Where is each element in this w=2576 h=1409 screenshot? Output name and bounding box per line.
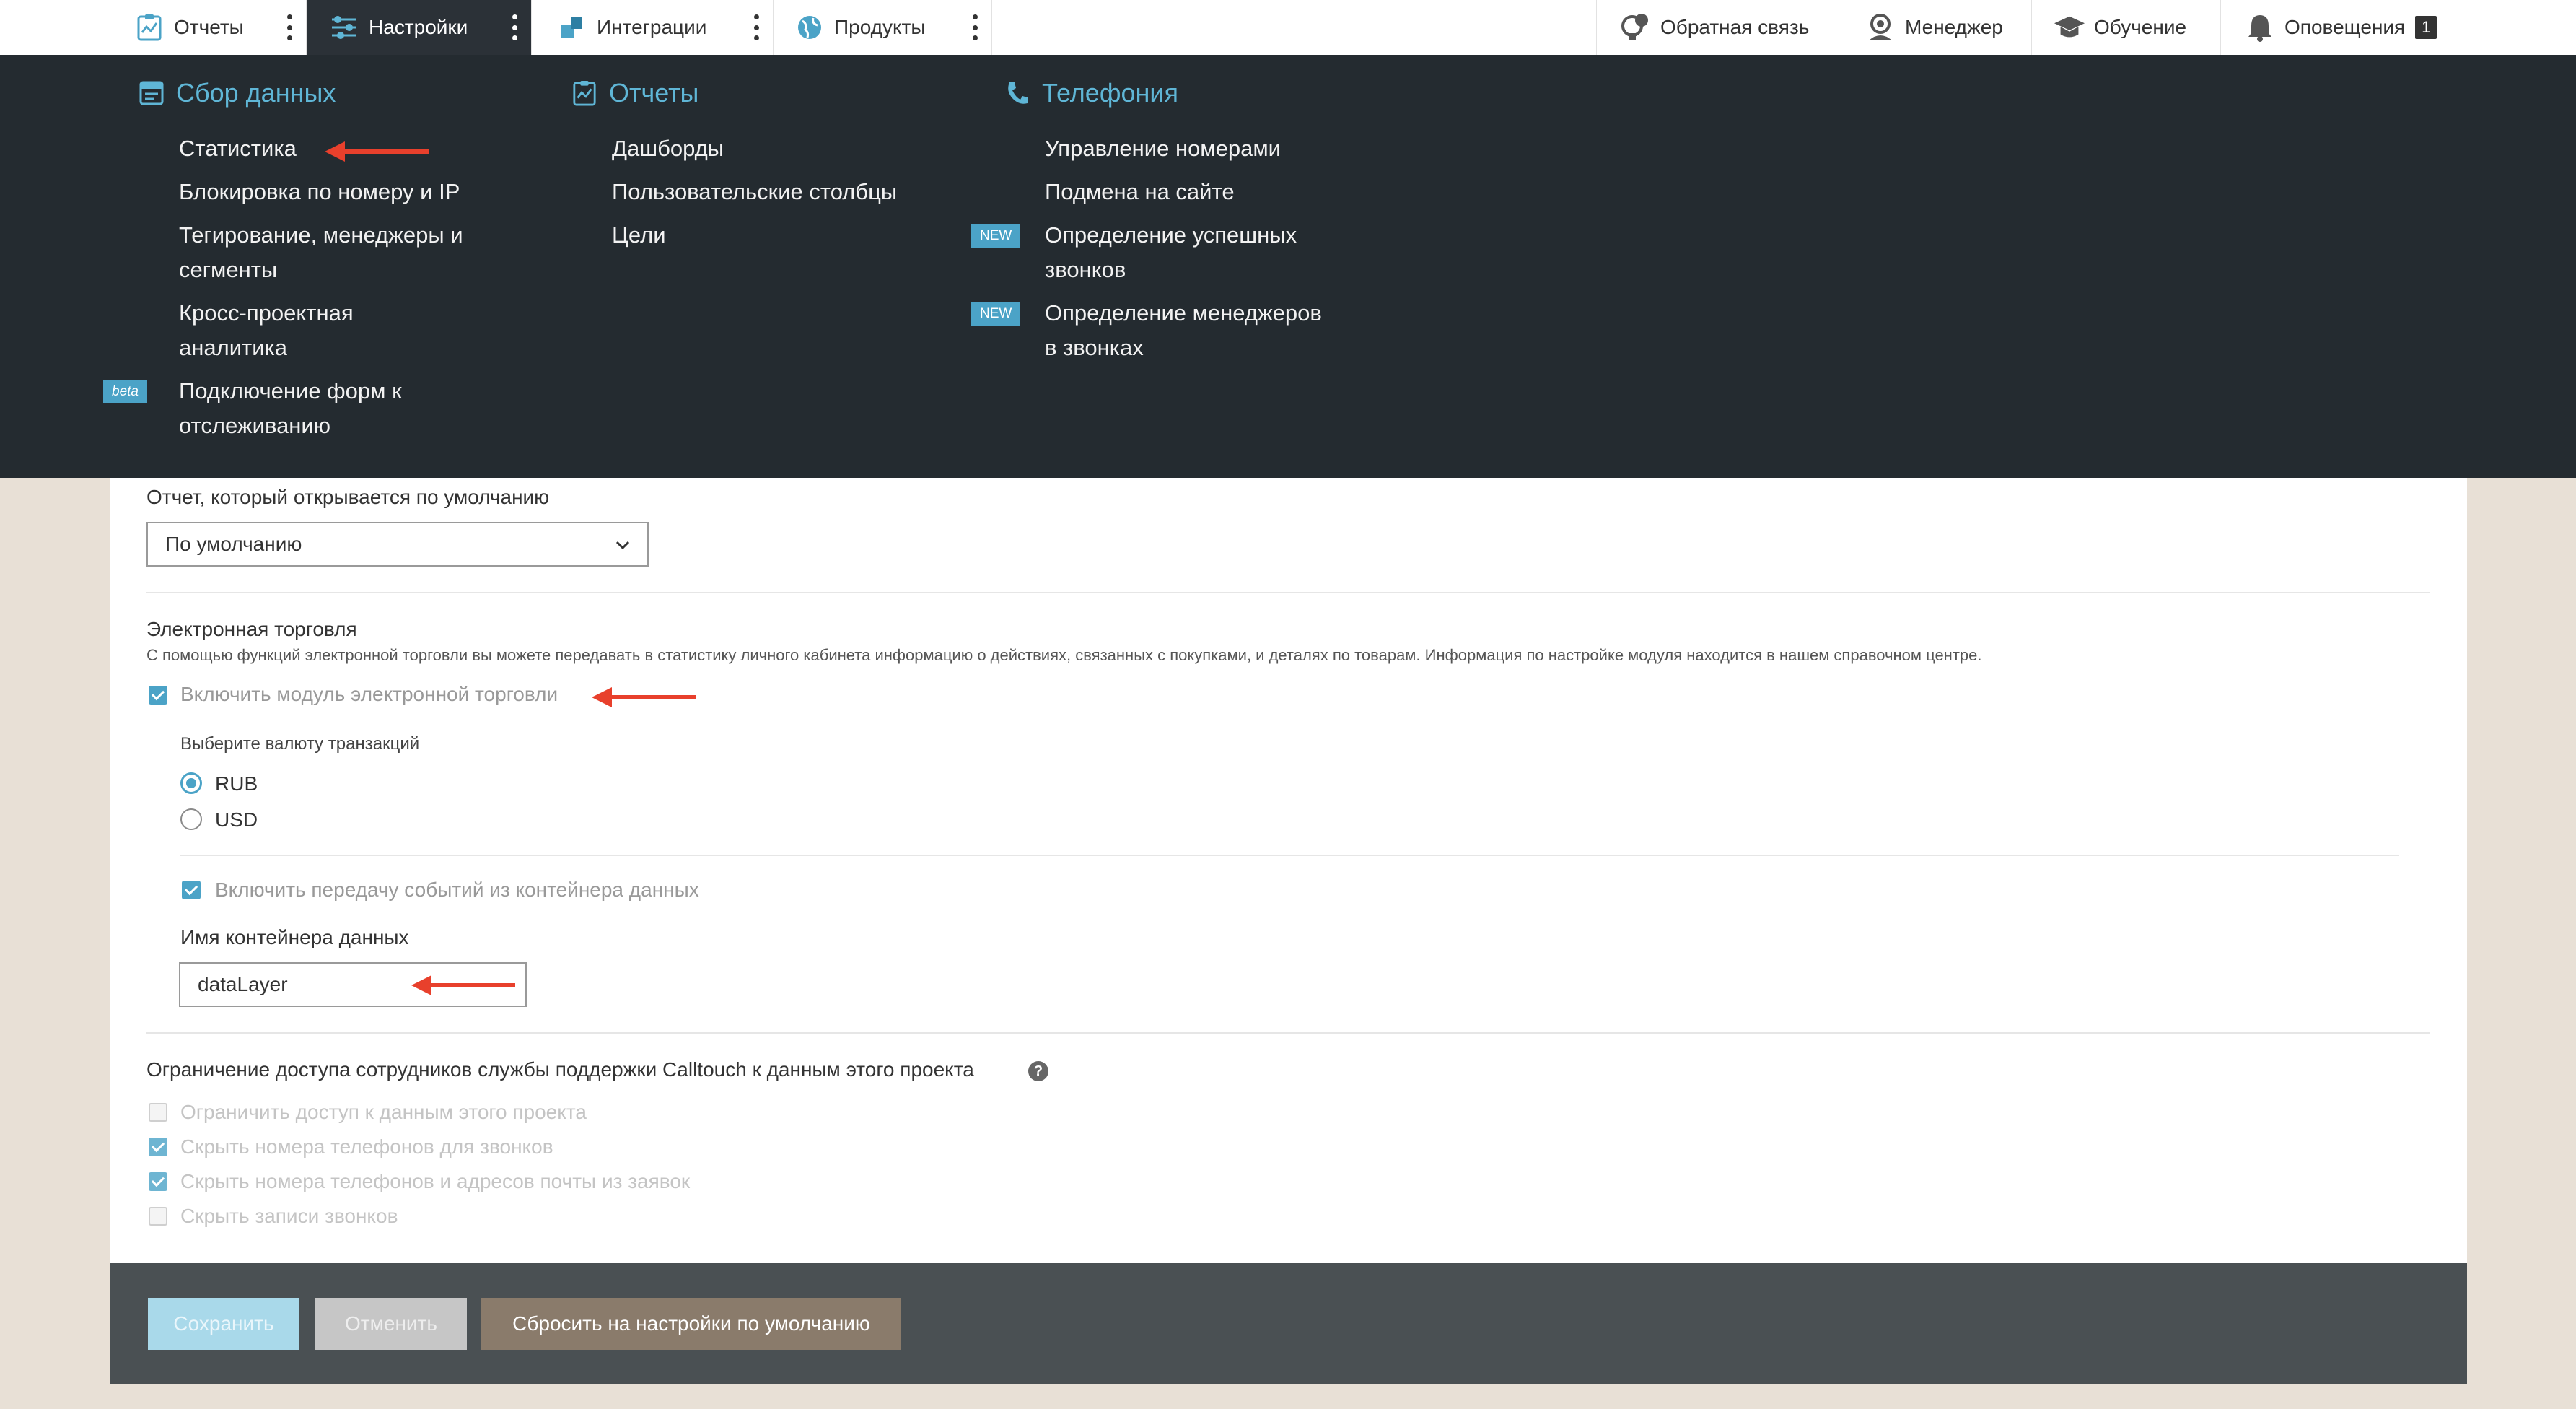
- section-divider: [146, 592, 2430, 593]
- menu-section-data-collection-title: Сбор данных: [176, 78, 336, 108]
- menu-item-cross-project-line2[interactable]: аналитика: [179, 331, 287, 365]
- access-option-label: Ограничить доступ к данным этого проекта: [180, 1101, 587, 1123]
- menu-item-blocking[interactable]: Блокировка по номеру и IP: [179, 175, 460, 209]
- tab-reports-more-icon[interactable]: [287, 14, 293, 40]
- menu-section-telephony-title: Телефония: [1042, 78, 1178, 108]
- ecommerce-title: Электронная торговля: [146, 618, 357, 640]
- tab-settings[interactable]: Настройки: [307, 0, 532, 55]
- menu-item-call-managers[interactable]: Определение менеджеров: [1045, 296, 1322, 331]
- currency-usd-radio[interactable]: [180, 808, 202, 830]
- puzzle-icon: [558, 13, 587, 42]
- data-collection-icon: [137, 79, 166, 108]
- menu-item-dashboards[interactable]: Дашборды: [612, 131, 724, 166]
- tab-reports[interactable]: Отчеты: [112, 0, 307, 55]
- menu-item-cross-project[interactable]: Кросс-проектная: [179, 296, 354, 331]
- chevron-down-icon: [615, 541, 630, 550]
- phone-icon: [1003, 79, 1032, 108]
- report-chart-icon: [135, 13, 164, 42]
- menu-section-telephony: Телефония: [1003, 78, 1178, 108]
- container-events-checkbox[interactable]: [182, 881, 201, 899]
- container-name-label: Имя контейнера данных: [180, 926, 409, 948]
- education-label: Обучение: [2094, 16, 2187, 38]
- menu-item-custom-columns[interactable]: Пользовательские столбцы: [612, 175, 897, 209]
- access-option-label: Скрыть номера телефонов для звонков: [180, 1135, 553, 1158]
- beta-badge: beta: [103, 380, 147, 403]
- section-divider: [180, 855, 2399, 856]
- access-option-checkbox[interactable]: [149, 1172, 167, 1191]
- access-option-label: Скрыть записи звонков: [180, 1205, 398, 1227]
- sliders-icon: [330, 13, 359, 42]
- feedback-icon: [1620, 12, 1652, 43]
- currency-usd-label: USD: [215, 808, 258, 831]
- access-option-checkbox[interactable]: [149, 1103, 167, 1122]
- new-badge: NEW: [971, 224, 1021, 248]
- menu-item-goals[interactable]: Цели: [612, 218, 666, 253]
- feedback-button[interactable]: Обратная связь: [1596, 0, 1815, 55]
- feedback-label: Обратная связь: [1660, 16, 1810, 38]
- save-button[interactable]: Сохранить: [148, 1298, 299, 1350]
- manager-label: Менеджер: [1905, 16, 2003, 38]
- help-icon[interactable]: ?: [1028, 1061, 1048, 1081]
- globe-icon: [795, 13, 824, 42]
- access-option-checkbox[interactable]: [149, 1138, 167, 1156]
- default-report-label: Отчет, который открывается по умолчанию: [146, 486, 550, 508]
- tab-reports-label: Отчеты: [174, 16, 244, 38]
- top-navigation: Отчеты Настройки Интеграции Продукты Обр…: [0, 0, 2576, 56]
- cancel-button[interactable]: Отменить: [315, 1298, 467, 1350]
- reset-defaults-button[interactable]: Сбросить на настройки по умолчанию: [481, 1298, 901, 1350]
- tab-integrations-more-icon[interactable]: [754, 14, 760, 40]
- menu-section-data-collection: Сбор данных: [137, 78, 336, 108]
- menu-item-tagging-line2[interactable]: сегменты: [179, 253, 277, 287]
- container-events-label: Включить передачу событий из контейнера …: [215, 878, 699, 901]
- graduation-cap-icon: [2054, 12, 2085, 43]
- menu-section-reports-title: Отчеты: [609, 78, 699, 108]
- menu-item-successful-calls[interactable]: Определение успешных: [1045, 218, 1297, 253]
- menu-section-reports: Отчеты: [570, 78, 698, 108]
- annotation-arrow-icon: [592, 687, 696, 707]
- annotation-arrow-icon: [411, 975, 515, 995]
- settings-mega-menu: [0, 55, 2576, 478]
- notifications-button[interactable]: Оповещения 1: [2220, 0, 2468, 55]
- menu-item-form-tracking[interactable]: Подключение форм к: [179, 374, 402, 409]
- menu-item-form-tracking-line2[interactable]: отслеживанию: [179, 409, 330, 443]
- notifications-label: Оповещения: [2284, 16, 2406, 38]
- ecommerce-enable-label: Включить модуль электронной торговли: [180, 683, 558, 705]
- default-report-value: По умолчанию: [165, 533, 302, 555]
- menu-item-site-substitution[interactable]: Подмена на сайте: [1045, 175, 1235, 209]
- access-restriction-title: Ограничение доступа сотрудников службы п…: [146, 1058, 974, 1081]
- menu-item-number-management[interactable]: Управление номерами: [1045, 131, 1281, 166]
- annotation-arrow-icon: [325, 141, 429, 162]
- menu-item-statistics[interactable]: Статистика: [179, 131, 297, 166]
- ecommerce-description: С помощью функций электронной торговли в…: [146, 646, 1982, 664]
- manager-button[interactable]: Менеджер: [1815, 0, 2031, 55]
- tab-integrations-label: Интеграции: [597, 16, 707, 38]
- menu-item-call-managers-line2[interactable]: в звонках: [1045, 331, 1144, 365]
- access-option-checkbox[interactable]: [149, 1207, 167, 1226]
- education-button[interactable]: Обучение: [2031, 0, 2220, 55]
- currency-label: Выберите валюту транзакций: [180, 734, 420, 754]
- menu-item-successful-calls-line2[interactable]: звонков: [1045, 253, 1126, 287]
- currency-rub-radio[interactable]: [180, 772, 202, 794]
- notifications-count-badge: 1: [2415, 16, 2437, 39]
- tab-integrations[interactable]: Интеграции: [532, 0, 774, 55]
- tab-products[interactable]: Продукты: [774, 0, 992, 55]
- reports-section-icon: [570, 79, 599, 108]
- menu-item-tagging[interactable]: Тегирование, менеджеры и: [179, 218, 463, 253]
- bell-icon: [2244, 12, 2276, 43]
- section-divider: [146, 1032, 2430, 1034]
- manager-icon: [1865, 12, 1896, 43]
- container-name-value: dataLayer: [198, 973, 288, 995]
- access-option-label: Скрыть номера телефонов и адресов почты …: [180, 1170, 691, 1192]
- new-badge: NEW: [971, 302, 1021, 326]
- tab-settings-more-icon[interactable]: [512, 14, 518, 40]
- tab-settings-label: Настройки: [369, 16, 468, 38]
- tab-products-label: Продукты: [834, 16, 926, 38]
- ecommerce-enable-checkbox[interactable]: [149, 686, 167, 704]
- currency-rub-label: RUB: [215, 772, 258, 795]
- tab-products-more-icon[interactable]: [973, 14, 978, 40]
- default-report-select[interactable]: По умолчанию: [146, 522, 649, 567]
